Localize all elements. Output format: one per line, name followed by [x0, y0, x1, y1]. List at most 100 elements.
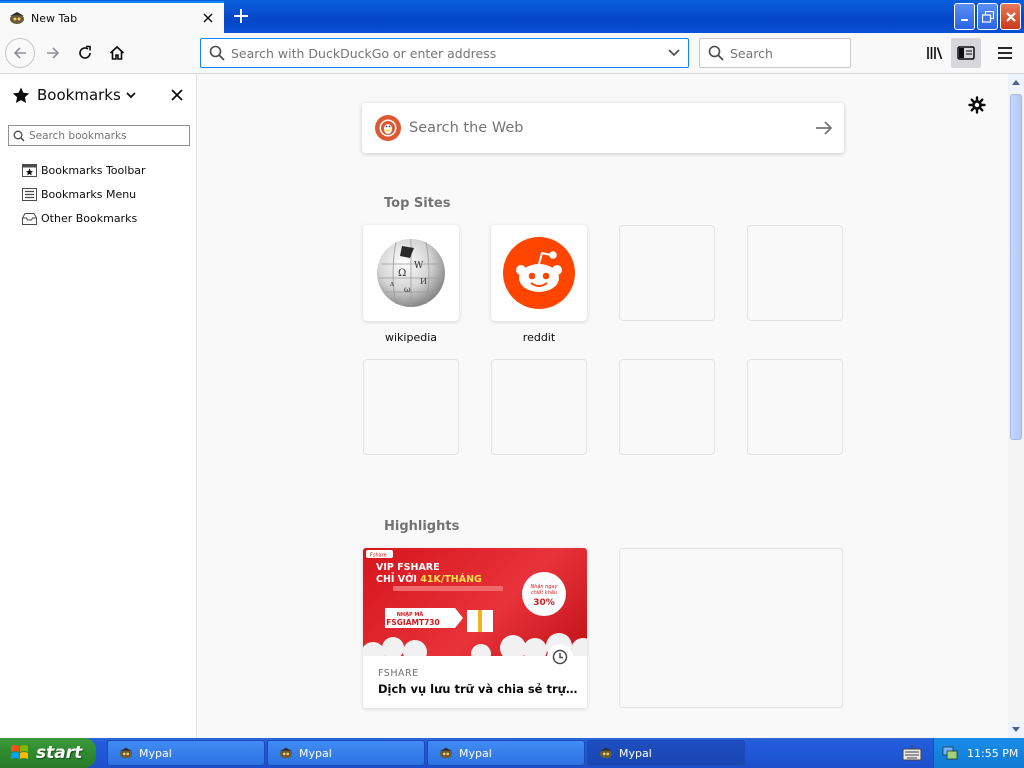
taskbar-item-mypal-active[interactable]: Mypal: [587, 740, 745, 766]
top-site-empty-slot[interactable]: [619, 359, 715, 455]
sidebar-icon: [957, 46, 975, 60]
restore-window-button[interactable]: [977, 3, 998, 30]
highlight-card[interactable]: Nhận ngay chiết khấu 30% NHẬP MÃ FSGIAMT…: [363, 548, 587, 708]
close-window-button[interactable]: [1000, 3, 1021, 30]
taskbar-item-label: Mypal: [299, 746, 332, 760]
banner-code: FSGIAMT730: [386, 618, 440, 627]
sidebar-switcher[interactable]: Bookmarks: [12, 86, 136, 104]
navigation-toolbar: [0, 33, 1024, 74]
search-bar[interactable]: [699, 38, 851, 68]
top-site-wikipedia[interactable]: Ω W И ω ʌ: [363, 225, 459, 321]
taskbar-item-label: Mypal: [619, 746, 652, 760]
bookmarks-search-input[interactable]: [29, 129, 179, 142]
sidebar-item-bookmarks-toolbar[interactable]: Bookmarks Toolbar: [22, 158, 146, 182]
taskbar-item-mypal[interactable]: Mypal: [267, 740, 425, 766]
arrow-right-icon: [816, 121, 833, 135]
home-button[interactable]: [102, 38, 132, 68]
web-search-box[interactable]: [362, 103, 844, 153]
arrow-left-icon: [13, 47, 26, 59]
svg-text:W: W: [414, 261, 424, 271]
sidebar-item-label: Other Bookmarks: [41, 211, 138, 225]
top-site-empty-slot[interactable]: [619, 225, 715, 321]
scroll-thumb[interactable]: [1010, 94, 1022, 440]
bookmarks-sidebar: Bookmarks Bookmarks Toolbar Bookmarks Me…: [0, 74, 197, 738]
svg-text:И: И: [420, 277, 427, 286]
svg-text:Ω: Ω: [398, 268, 406, 279]
close-sidebar-button[interactable]: [168, 86, 186, 104]
minimize-icon: [960, 18, 968, 21]
top-site-empty-slot[interactable]: [363, 359, 459, 455]
search-icon: [708, 45, 724, 61]
library-button[interactable]: [920, 38, 950, 68]
network-icon[interactable]: [942, 745, 958, 761]
keyboard-icon[interactable]: [902, 744, 922, 762]
home-icon: [109, 45, 125, 60]
reddit-logo-icon: [503, 237, 575, 309]
plus-icon: [234, 9, 248, 23]
wikipedia-logo-icon: Ω W И ω ʌ: [377, 239, 445, 307]
tab-new-tab[interactable]: New Tab: [0, 1, 224, 33]
banner-code-label: NHẬP MÃ: [397, 611, 424, 618]
app-menu-button[interactable]: [990, 38, 1020, 68]
system-tray: 11:55 PM: [933, 738, 1024, 768]
restore-icon: [981, 10, 994, 23]
sidebar-item-bookmarks-menu[interactable]: Bookmarks Menu: [22, 182, 146, 206]
mypal-icon: [439, 747, 453, 759]
scroll-up-button[interactable]: [1008, 74, 1024, 90]
sidebar-item-other-bookmarks[interactable]: Other Bookmarks: [22, 206, 146, 230]
banner-line-1: VIP FSHARE: [376, 562, 440, 573]
customize-settings-button[interactable]: [966, 94, 988, 116]
top-site-reddit[interactable]: [491, 225, 587, 321]
top-site-empty-slot[interactable]: [747, 359, 843, 455]
web-search-input[interactable]: [409, 120, 804, 136]
bookmarks-menu-icon: [22, 187, 37, 201]
search-submit-button[interactable]: [804, 120, 844, 136]
top-site-empty-slot[interactable]: [747, 225, 843, 321]
close-icon: [171, 89, 183, 101]
new-tab-page: Top Sites Ω W И ω ʌ wikipedia: [198, 74, 1008, 738]
mypal-icon: [10, 12, 24, 24]
sidebar-toggle-button[interactable]: [951, 38, 981, 68]
triangle-up-icon: [1012, 80, 1020, 85]
banner-discount-percent: 30%: [533, 598, 555, 608]
gear-icon: [968, 96, 986, 114]
taskbar-item-label: Mypal: [139, 746, 172, 760]
forward-button[interactable]: [38, 38, 68, 68]
search-icon: [13, 130, 25, 141]
duckduckgo-logo-icon: [375, 115, 401, 141]
back-button[interactable]: [5, 38, 35, 68]
address-bar[interactable]: [200, 38, 689, 68]
mypal-icon: [279, 747, 293, 759]
minimize-window-button[interactable]: [954, 3, 975, 30]
top-sites-heading: Top Sites: [384, 196, 451, 211]
highlight-title: Dịch vụ lưu trữ và chia sẻ trực t...: [378, 682, 578, 696]
search-input[interactable]: [730, 45, 850, 61]
windows-logo-icon: [11, 745, 28, 759]
tab-strip: New Tab: [0, 0, 1024, 33]
system-clock[interactable]: 11:55 PM: [967, 747, 1018, 760]
sidebar-item-label: Bookmarks Menu: [41, 187, 137, 201]
bookmarks-search-field[interactable]: [8, 125, 190, 146]
chevron-down-icon: [668, 49, 680, 57]
svg-text:CHỈ VỚI 41K/THÁNG: CHỈ VỚI 41K/THÁNG: [376, 573, 482, 585]
address-dropdown-button[interactable]: [660, 49, 688, 57]
svg-text:ω: ω: [404, 285, 411, 294]
clock-icon: [547, 644, 573, 670]
top-site-empty-slot[interactable]: [491, 359, 587, 455]
taskbar-item-mypal[interactable]: Mypal: [107, 740, 265, 766]
highlight-empty-slot: [619, 548, 843, 708]
hamburger-menu-icon: [998, 47, 1012, 59]
start-button[interactable]: start: [0, 738, 96, 768]
star-icon: [12, 87, 30, 103]
new-tab-button[interactable]: [228, 4, 254, 28]
banner-brand: Fshare: [370, 553, 387, 559]
reload-button[interactable]: [70, 38, 100, 68]
tab-title: New Tab: [31, 11, 78, 25]
taskbar: start Mypal Mypal Mypal Mypal 11:55 PM: [0, 738, 1024, 768]
scroll-down-button[interactable]: [1008, 722, 1024, 738]
page-scrollbar[interactable]: [1008, 74, 1024, 738]
address-input[interactable]: [231, 45, 660, 61]
taskbar-item-mypal[interactable]: Mypal: [427, 740, 585, 766]
close-tab-icon[interactable]: [198, 8, 218, 28]
sidebar-title: Bookmarks: [37, 86, 121, 104]
